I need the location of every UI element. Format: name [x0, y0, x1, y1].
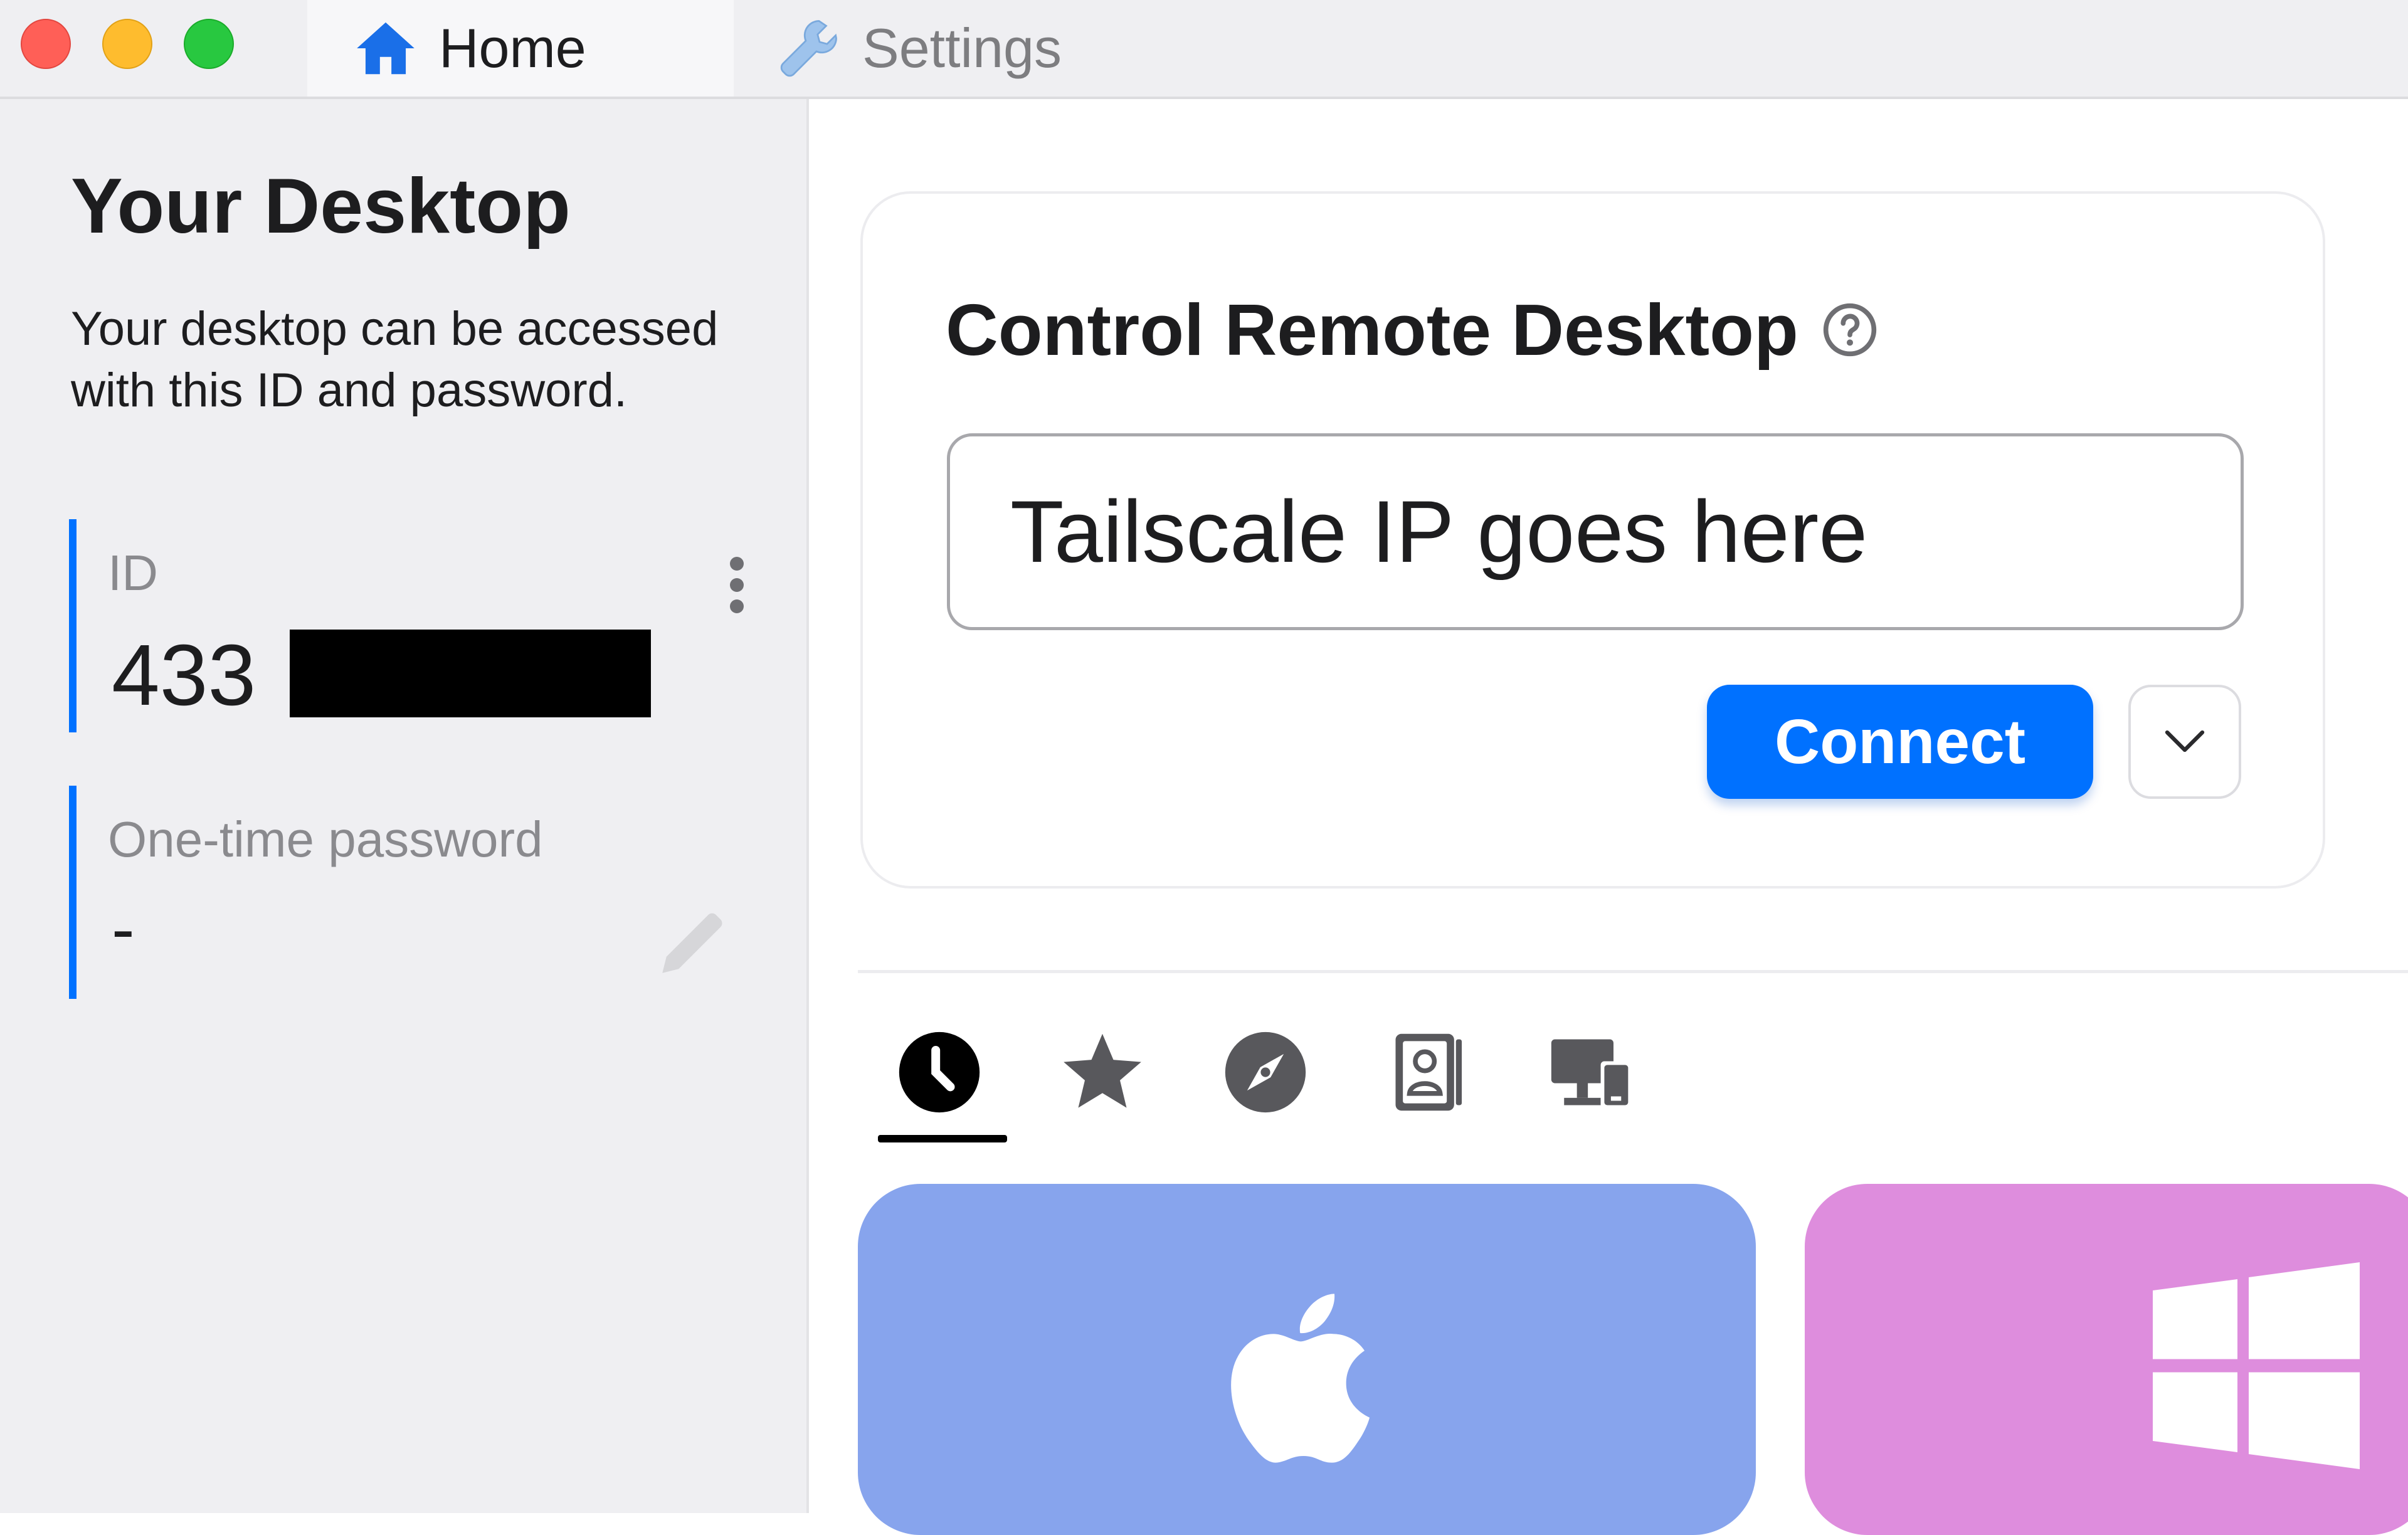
peer-card-windows[interactable] — [1805, 1184, 2408, 1535]
apple-logo-icon — [1231, 1294, 1370, 1463]
sidebar-description: Your desktop can be accessed with this I… — [71, 302, 719, 417]
chevron-down-icon — [2165, 730, 2205, 752]
wrench-icon — [780, 20, 837, 77]
help-icon[interactable] — [1821, 301, 1879, 359]
connect-title: Control Remote Desktop — [946, 288, 1879, 372]
id-label: ID — [108, 545, 158, 601]
compass-icon — [1225, 1031, 1306, 1113]
clock-icon — [899, 1031, 980, 1113]
minimize-window-button[interactable] — [102, 19, 152, 69]
tab-recent-sessions[interactable] — [878, 1016, 1007, 1142]
otp-value[interactable]: - — [112, 889, 135, 969]
address-book-icon — [1395, 1033, 1462, 1111]
devices-icon — [1551, 1039, 1632, 1109]
connect-card: Control Remote Desktop Connect — [860, 191, 2325, 889]
tab-settings-label: Settings — [862, 17, 1062, 79]
sidebar-title: Your Desktop — [71, 163, 571, 250]
tab-discovered[interactable] — [1209, 1016, 1322, 1129]
tab-favorites[interactable] — [1046, 1016, 1159, 1129]
otp-label: One-time password — [108, 811, 543, 867]
section-divider — [858, 970, 2408, 973]
pencil-icon[interactable] — [652, 902, 734, 983]
star-icon — [1064, 1033, 1141, 1108]
more-options-icon[interactable] — [724, 557, 749, 620]
tab-settings[interactable]: Settings — [752, 0, 1129, 97]
title-bar: Home Settings — [0, 0, 2408, 99]
connect-title-text: Control Remote Desktop — [946, 289, 1798, 371]
tab-devices[interactable] — [1535, 1016, 1648, 1129]
id-value[interactable]: 433 — [112, 626, 256, 725]
close-window-button[interactable] — [21, 19, 71, 69]
id-redaction — [290, 630, 651, 717]
zoom-window-button[interactable] — [184, 19, 234, 69]
peer-card-mac[interactable] — [858, 1184, 1756, 1535]
connect-button[interactable]: Connect — [1707, 685, 2093, 799]
remote-id-input[interactable] — [947, 433, 2244, 630]
tab-home-label: Home — [439, 17, 586, 79]
id-field: ID 433 — [69, 519, 744, 732]
tab-home[interactable]: Home — [307, 0, 734, 97]
connect-options-button[interactable] — [2128, 685, 2241, 799]
home-icon — [357, 22, 415, 75]
otp-field: One-time password - — [69, 786, 722, 999]
tab-address-book[interactable] — [1372, 1016, 1485, 1129]
windows-logo-icon — [2153, 1262, 2360, 1469]
sidebar: Your Desktop Your desktop can be accesse… — [0, 99, 809, 1513]
